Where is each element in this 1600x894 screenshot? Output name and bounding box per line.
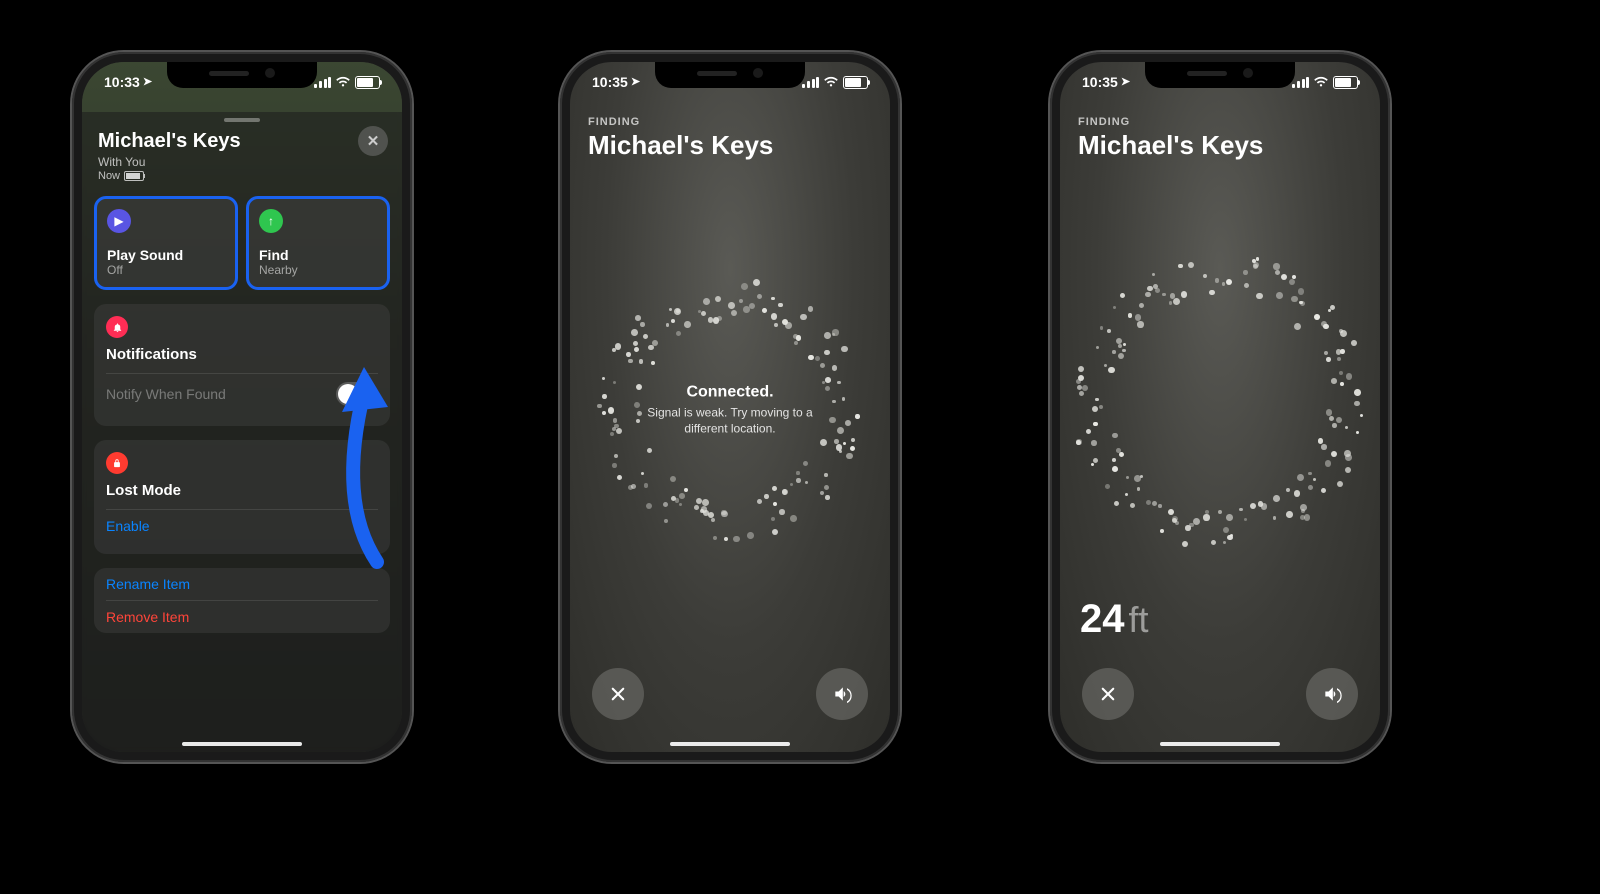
find-title: Find: [259, 247, 377, 263]
close-finding-button[interactable]: [592, 668, 644, 720]
battery-icon: [355, 76, 380, 89]
notch: [1145, 62, 1295, 88]
lost-mode-card: Lost Mode Enable: [94, 440, 390, 554]
battery-icon: [843, 76, 868, 89]
notifications-title: Notifications: [106, 346, 378, 363]
find-status: Nearby: [259, 263, 377, 277]
finding-label: FINDING: [588, 116, 773, 128]
lock-icon: [106, 452, 128, 474]
home-indicator[interactable]: [1160, 742, 1280, 746]
finding-item-name: Michael's Keys: [588, 130, 773, 161]
cellular-signal-icon: [1292, 77, 1309, 88]
cellular-signal-icon: [802, 77, 819, 88]
finding-status-message: Connected. Signal is weak. Try moving to…: [640, 383, 820, 436]
precision-finding-visualization: [1077, 259, 1363, 545]
status-time: 10:35: [592, 74, 628, 90]
item-location-status: With You: [98, 155, 386, 169]
notch: [167, 62, 317, 88]
wifi-icon: [335, 76, 351, 88]
notify-when-found-toggle[interactable]: [336, 382, 378, 406]
item-detail-sheet: ✕ Michael's Keys With You Now ▶ Play Sou…: [82, 112, 402, 752]
item-battery-icon: [124, 171, 144, 181]
home-indicator[interactable]: [182, 742, 302, 746]
phone-detail-sheet: 10:33 ➤ ✕ Michael's Keys With You: [72, 52, 412, 762]
rename-item-link[interactable]: Rename Item: [106, 576, 190, 592]
notify-when-found-label: Notify When Found: [106, 386, 226, 402]
wifi-icon: [1313, 76, 1329, 88]
signal-hint: Signal is weak. Try moving to a differen…: [640, 404, 820, 436]
notch: [655, 62, 805, 88]
find-button[interactable]: ↑ Find Nearby: [246, 196, 390, 290]
battery-icon: [1333, 76, 1358, 89]
play-icon: ▶: [107, 209, 131, 233]
home-indicator[interactable]: [670, 742, 790, 746]
item-time-status: Now: [98, 170, 120, 182]
play-sound-status: Off: [107, 263, 225, 277]
item-actions-card: Rename Item Remove Item: [94, 568, 390, 633]
lost-mode-title: Lost Mode: [106, 482, 378, 499]
play-sound-button[interactable]: ▶ Play Sound Off: [94, 196, 238, 290]
play-sound-finding-button[interactable]: [816, 668, 868, 720]
close-button[interactable]: ✕: [358, 126, 388, 156]
distance-value: 24: [1080, 597, 1125, 641]
location-services-icon: ➤: [631, 75, 640, 88]
distance-unit: ft: [1129, 599, 1149, 640]
cellular-signal-icon: [314, 77, 331, 88]
status-time: 10:33: [104, 74, 140, 90]
connected-label: Connected.: [640, 383, 820, 401]
location-services-icon: ➤: [1121, 75, 1130, 88]
distance-readout: 24ft: [1080, 597, 1149, 642]
close-finding-button[interactable]: [1082, 668, 1134, 720]
remove-item-link[interactable]: Remove Item: [106, 609, 189, 625]
phone-finding-weak-signal: 10:35 ➤ FINDING Michael's Keys Connected…: [560, 52, 900, 762]
finding-item-name: Michael's Keys: [1078, 130, 1263, 161]
status-time: 10:35: [1082, 74, 1118, 90]
bell-icon: [106, 316, 128, 338]
phone-finding-distance: 10:35 ➤ FINDING Michael's Keys 24ft: [1050, 52, 1390, 762]
arrow-up-icon: ↑: [259, 209, 283, 233]
wifi-icon: [823, 76, 839, 88]
play-sound-finding-button[interactable]: [1306, 668, 1358, 720]
item-name: Michael's Keys: [98, 130, 386, 153]
location-services-icon: ➤: [143, 75, 152, 88]
play-sound-title: Play Sound: [107, 247, 225, 263]
notifications-card: Notifications Notify When Found: [94, 304, 390, 426]
enable-lost-mode-link[interactable]: Enable: [106, 518, 150, 534]
sheet-drag-handle[interactable]: [224, 118, 260, 122]
finding-label: FINDING: [1078, 116, 1263, 128]
